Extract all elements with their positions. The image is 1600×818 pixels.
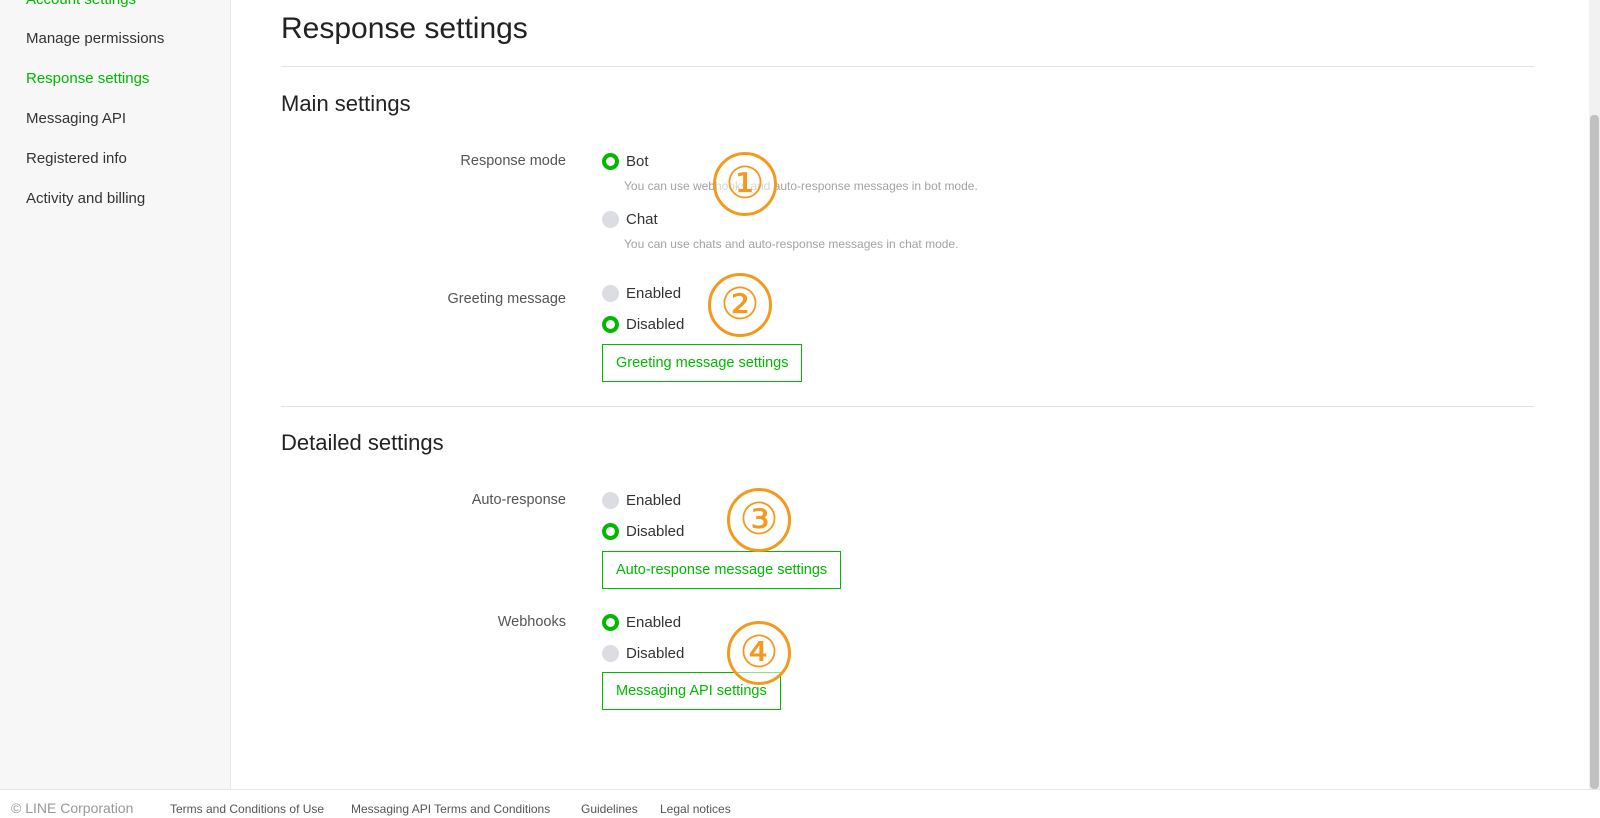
response-mode-label: Response mode xyxy=(460,153,566,169)
radio-label: Enabled xyxy=(626,284,682,302)
sidebar-item-activity-and-billing[interactable]: Activity and billing xyxy=(26,190,145,208)
radio-dot xyxy=(602,644,619,662)
footer-link-legal-notices[interactable]: Legal notices xyxy=(660,802,731,816)
auto-response-message-settings-button[interactable]: Auto-response message settings xyxy=(602,551,842,589)
footer-copyright: © LINE Corporation xyxy=(11,800,134,816)
radio-dot xyxy=(602,152,619,170)
footer: © LINE Corporation Terms and Conditions … xyxy=(0,789,1600,818)
callout-3-icon: ③ xyxy=(727,488,791,552)
greeting-message-label: Greeting message xyxy=(447,291,566,307)
footer-link-terms[interactable]: Terms and Conditions of Use xyxy=(170,802,324,816)
radio-label: Enabled xyxy=(626,491,682,509)
greeting-disabled-radio[interactable]: Disabled xyxy=(602,314,684,334)
bot-mode-hint: You can use webhooks and auto-response m… xyxy=(624,179,978,193)
radio-label: Chat xyxy=(626,210,658,228)
radio-dot xyxy=(602,613,619,631)
webhooks-label: Webhooks xyxy=(497,614,566,630)
radio-label: Disabled xyxy=(626,522,685,540)
scrollbar-thumb[interactable] xyxy=(1590,115,1599,789)
sidebar-item-response-settings[interactable]: Response settings xyxy=(26,70,149,88)
title-divider xyxy=(281,66,1534,67)
webhooks-enabled-radio[interactable]: Enabled xyxy=(602,612,681,632)
radio-dot xyxy=(602,522,619,540)
auto-response-enabled-radio[interactable]: Enabled xyxy=(602,490,681,510)
radio-dot xyxy=(602,491,619,509)
greeting-message-settings-button[interactable]: Greeting message settings xyxy=(602,344,803,382)
page-title: Response settings xyxy=(281,12,528,45)
sidebar: Account settings Manage permissions Resp… xyxy=(0,0,231,789)
auto-response-disabled-radio[interactable]: Disabled xyxy=(602,521,684,541)
radio-label: Disabled xyxy=(626,644,685,662)
response-mode-bot-radio[interactable]: Bot xyxy=(602,151,649,171)
callout-2-icon: ② xyxy=(708,273,772,337)
footer-link-messaging-api-terms[interactable]: Messaging API Terms and Conditions xyxy=(351,802,550,816)
callout-1-icon: ① xyxy=(713,152,777,216)
sidebar-item-account-settings[interactable]: Account settings xyxy=(26,0,136,9)
radio-label: Enabled xyxy=(626,613,682,631)
vertical-scrollbar[interactable] xyxy=(1589,0,1600,789)
main-content: Response settings Main settings Response… xyxy=(231,0,1589,789)
sidebar-item-registered-info[interactable]: Registered info xyxy=(26,150,127,168)
footer-link-guidelines[interactable]: Guidelines xyxy=(581,802,638,816)
chat-mode-hint: You can use chats and auto-response mess… xyxy=(624,237,959,251)
section-divider xyxy=(281,406,1534,407)
radio-label: Bot xyxy=(626,152,649,170)
webhooks-disabled-radio[interactable]: Disabled xyxy=(602,643,684,663)
main-settings-title: Main settings xyxy=(281,91,411,116)
sidebar-item-messaging-api[interactable]: Messaging API xyxy=(26,110,126,128)
radio-dot xyxy=(602,284,619,302)
response-mode-chat-radio[interactable]: Chat xyxy=(602,209,658,229)
radio-dot xyxy=(602,315,619,333)
callout-4-icon: ④ xyxy=(727,621,791,685)
radio-label: Disabled xyxy=(626,315,685,333)
radio-dot xyxy=(602,210,619,228)
greeting-enabled-radio[interactable]: Enabled xyxy=(602,283,681,303)
sidebar-item-manage-permissions[interactable]: Manage permissions xyxy=(26,30,164,48)
detailed-settings-title: Detailed settings xyxy=(281,430,444,455)
auto-response-label: Auto-response xyxy=(471,492,566,508)
